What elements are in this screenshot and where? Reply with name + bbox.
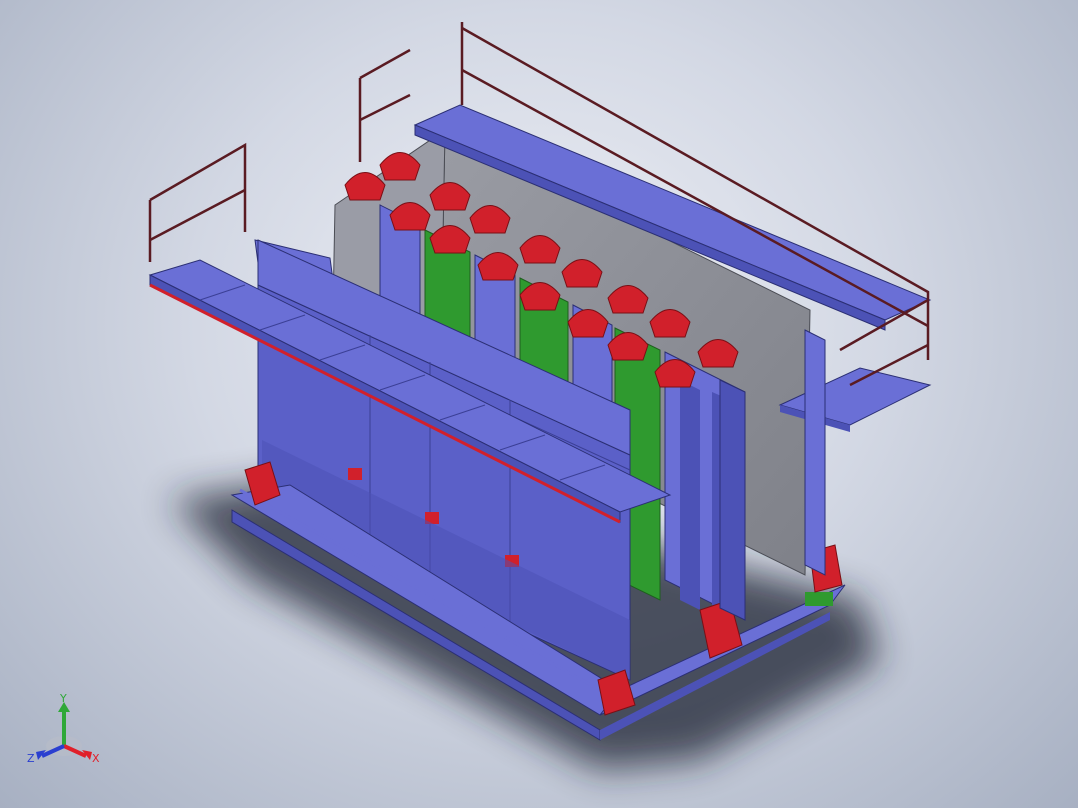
z-axis-label: Z	[27, 752, 35, 765]
assembly-model[interactable]	[0, 0, 1078, 808]
x-axis-label: X	[92, 752, 100, 765]
y-axis-label: Y	[59, 694, 67, 705]
graphics-viewport[interactable]: Y X Z	[0, 0, 1078, 808]
triad-icon: Y X Z	[27, 694, 100, 765]
